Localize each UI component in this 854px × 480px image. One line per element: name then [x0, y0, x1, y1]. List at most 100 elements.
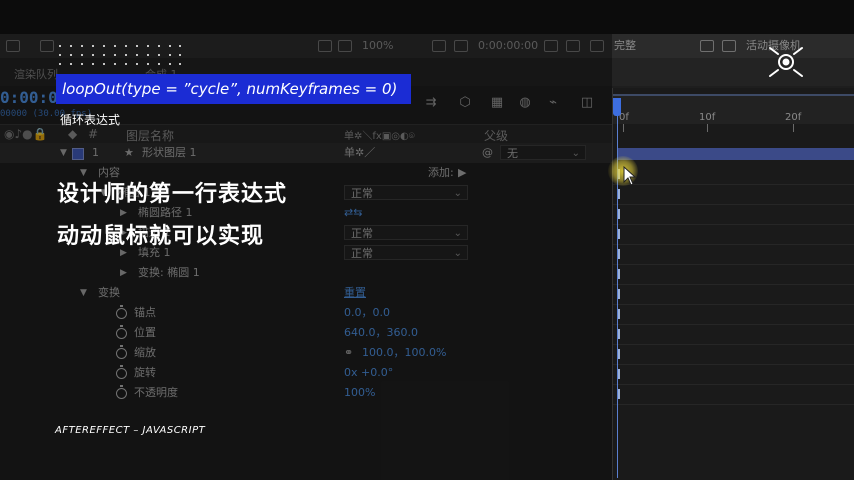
- stopwatch-icon[interactable]: [116, 365, 127, 379]
- stroke-mode-select[interactable]: 正常 ⌄: [344, 225, 468, 240]
- layer-label-color[interactable]: [72, 148, 84, 160]
- snapshot-icon[interactable]: [544, 40, 558, 52]
- fill-mode-value: 正常: [351, 247, 373, 260]
- pickwhip-icon[interactable]: @: [482, 143, 493, 163]
- current-time-readout[interactable]: 0:00:00:00: [478, 38, 538, 54]
- ruler-tick: [793, 124, 794, 132]
- timeline-row: [613, 264, 854, 285]
- tab-render-queue[interactable]: 渲染队列: [14, 66, 58, 82]
- stopwatch-icon[interactable]: [116, 305, 127, 319]
- switches-header[interactable]: 单✲＼fx▣◎◐⌾: [344, 127, 415, 142]
- transform-triangle[interactable]: ▼: [80, 283, 87, 303]
- footer-tag: AFTEREFFECT – JAVASCRIPT: [55, 425, 206, 436]
- region-of-interest-icon[interactable]: [722, 40, 736, 52]
- draft-3d-icon[interactable]: ⇉: [424, 96, 438, 109]
- timeline-row: [613, 204, 854, 225]
- add-menu-icon[interactable]: ▶: [458, 163, 466, 183]
- chevron-down-icon: ⌄: [453, 188, 462, 199]
- label-icon[interactable]: ◆: [68, 127, 77, 141]
- channel-logo-icon: [769, 47, 803, 77]
- stopwatch-icon[interactable]: [116, 345, 127, 359]
- layer-switches[interactable]: 单✲／: [344, 143, 375, 163]
- parent-value: 无: [507, 147, 518, 160]
- stopwatch-icon[interactable]: [116, 385, 127, 399]
- transparency-grid-icon[interactable]: [700, 40, 714, 52]
- chevron-down-icon: ⌄: [453, 248, 462, 259]
- property-value[interactable]: 100.0，100.0%: [362, 343, 446, 363]
- transform-ellipse-row[interactable]: ▶ 变换: 椭圆 1: [0, 263, 612, 283]
- mask-icon[interactable]: [318, 40, 332, 52]
- property-name: 不透明度: [134, 386, 178, 399]
- property-value[interactable]: 640.0，360.0: [344, 323, 418, 343]
- fit-icon[interactable]: [432, 40, 446, 52]
- dot-grid-decoration: [59, 45, 181, 65]
- timeline-panel[interactable]: 0f 10f 20f: [612, 88, 854, 480]
- stroke-mode-value: 正常: [351, 227, 373, 240]
- headline-line-2: 动动鼠标就可以实现: [57, 224, 265, 249]
- timeline-row: [613, 364, 854, 385]
- expression-caption: 循环表达式: [60, 113, 121, 127]
- property-name: 旋转: [134, 366, 156, 379]
- transform-ellipse-triangle[interactable]: ▶: [120, 263, 127, 283]
- source-name-header[interactable]: 图层名称: [126, 127, 174, 144]
- monitor-icon[interactable]: [338, 40, 352, 52]
- parent-header[interactable]: 父级: [484, 127, 508, 144]
- timeline-row: [613, 224, 854, 245]
- channel-icon[interactable]: [590, 40, 604, 52]
- property-value[interactable]: 0.0，0.0: [344, 303, 390, 323]
- chevron-down-icon: ⌄: [453, 228, 462, 239]
- time-ruler[interactable]: 0f 10f 20f: [613, 96, 854, 132]
- graph-editor-icon[interactable]: ⌁: [546, 96, 560, 109]
- frame-blending-icon[interactable]: ▦: [490, 96, 504, 109]
- property-row[interactable]: 锚点 0.0，0.0: [0, 303, 612, 323]
- layer-index: 1: [92, 146, 99, 159]
- layer-duration-bar[interactable]: [617, 148, 854, 160]
- resolution-select[interactable]: 完整: [614, 38, 636, 54]
- grid-icon[interactable]: [6, 40, 20, 52]
- fill-mode-select[interactable]: 正常 ⌄: [344, 245, 468, 260]
- zoom-select[interactable]: 100%: [362, 38, 393, 54]
- timeline-row: [613, 284, 854, 305]
- mouse-cursor-icon: [623, 166, 637, 186]
- ruler-label: 20f: [785, 112, 802, 123]
- expression-code-box: loopOut(type = ”cycle”, numKeyframes = 0…: [56, 74, 411, 104]
- layer-expand-triangle[interactable]: ▼: [60, 143, 67, 163]
- motion-blur-icon[interactable]: ◍: [518, 96, 532, 109]
- comp-flowchart-icon[interactable]: ◫: [580, 96, 594, 109]
- reset-link[interactable]: 重置: [344, 283, 366, 303]
- blend-mode-select[interactable]: 正常 ⌄: [344, 185, 468, 200]
- ruler-label: 10f: [699, 112, 716, 123]
- path-direction-icon[interactable]: ⇄⇆: [344, 203, 362, 223]
- property-value[interactable]: 0x +0.0°: [344, 363, 393, 383]
- property-row[interactable]: 位置 640.0，360.0: [0, 323, 612, 343]
- timeline-row: [613, 164, 854, 185]
- playhead-handle[interactable]: [613, 98, 621, 116]
- timeline-row: [613, 324, 854, 345]
- timeline-row: [613, 244, 854, 265]
- parent-select[interactable]: 无 ⌄: [500, 145, 586, 160]
- property-name: 位置: [134, 326, 156, 339]
- av-features-icon[interactable]: ◉♪●🔒: [4, 127, 48, 141]
- property-row[interactable]: 缩放 ⚭ 100.0，100.0%: [0, 343, 612, 363]
- property-row[interactable]: 不透明度 100%: [0, 383, 612, 403]
- hash-column: #: [88, 127, 99, 141]
- transform-ellipse-label: 变换: 椭圆 1: [138, 266, 200, 279]
- show-snapshot-icon[interactable]: [566, 40, 580, 52]
- property-name: 锚点: [134, 306, 156, 319]
- timeline-row: [613, 384, 854, 405]
- region-icon[interactable]: [454, 40, 468, 52]
- stopwatch-icon[interactable]: [116, 325, 127, 339]
- transform-row[interactable]: ▼ 变换 重置: [0, 283, 612, 303]
- transform-label: 变换: [98, 286, 120, 299]
- property-row[interactable]: 旋转 0x +0.0°: [0, 363, 612, 383]
- layer-name[interactable]: 形状图层 1: [142, 143, 197, 163]
- constrain-proportions-icon[interactable]: ⚭: [344, 343, 353, 363]
- property-value[interactable]: 100%: [344, 383, 375, 403]
- shy-layers-icon[interactable]: ⬡: [458, 96, 472, 109]
- chevron-down-icon: ⌄: [571, 148, 580, 159]
- playhead-line[interactable]: [617, 98, 618, 478]
- camera-icon[interactable]: [40, 40, 54, 52]
- shape-layer-star-icon: ★: [124, 146, 134, 159]
- headline-line-1: 设计师的第一行表达式: [57, 182, 288, 207]
- layer-row[interactable]: ▼ 1 ★ 形状图层 1 单✲／ @ 无 ⌄: [0, 143, 612, 163]
